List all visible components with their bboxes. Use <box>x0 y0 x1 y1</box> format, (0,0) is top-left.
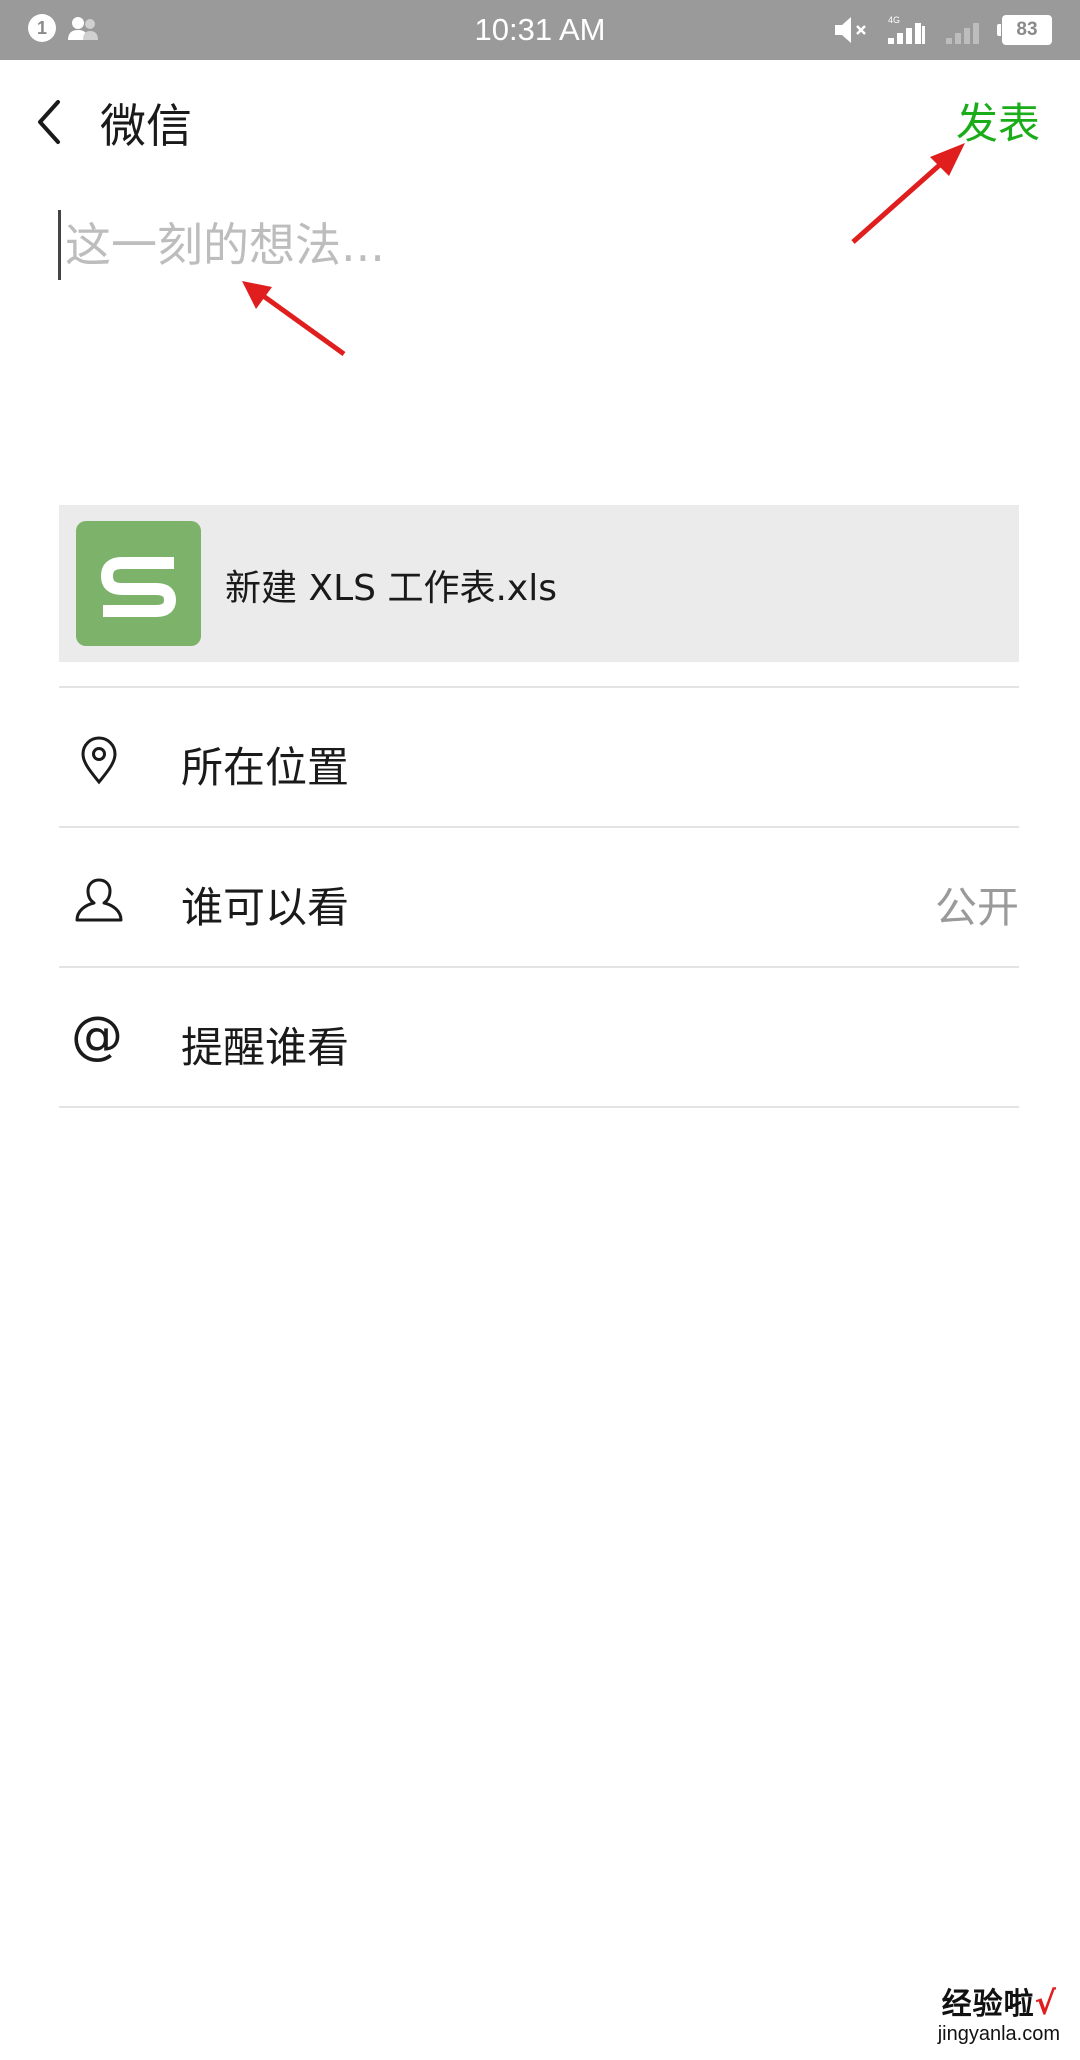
remind-row[interactable]: @ 提醒谁看 <box>59 970 1019 1108</box>
divider <box>59 826 1019 828</box>
location-pin-icon <box>81 736 117 785</box>
spreadsheet-s-glyph <box>101 557 176 617</box>
arrow-to-input <box>242 281 346 357</box>
watermark-main: 经验啦 <box>941 1987 1035 2022</box>
watermark-url: jingyanla.com <box>937 2023 1060 2045</box>
remind-label: 提醒谁看 <box>181 1023 350 1072</box>
location-row[interactable]: 所在位置 <box>59 690 1019 828</box>
watermark: 经验啦√ jingyanla.com <box>938 1979 1060 2046</box>
attachment-file-name: 新建 XLS 工作表.xls <box>225 568 557 609</box>
location-label: 所在位置 <box>181 743 350 792</box>
visibility-value: 公开 <box>934 883 1019 932</box>
visibility-row[interactable]: 谁可以看 公开 <box>59 830 1019 968</box>
divider <box>59 966 1019 968</box>
back-arrow-icon[interactable] <box>26 94 74 150</box>
at-sign-icon: @ <box>71 1006 123 1066</box>
mute-icon <box>835 17 866 43</box>
wps-spreadsheet-icon <box>76 521 201 646</box>
divider <box>59 686 1019 688</box>
status-bar: 1 10:31 AM 4G 83 <box>0 0 1080 60</box>
divider <box>59 1106 1019 1108</box>
checkmark-icon: √ <box>1034 1984 1057 2022</box>
thought-input[interactable] <box>58 210 1025 280</box>
publish-button[interactable]: 发表 <box>956 90 1040 151</box>
visibility-label: 谁可以看 <box>181 883 350 932</box>
signal-4g-icon: 4G <box>888 15 925 44</box>
battery-indicator: 83 <box>997 15 1052 45</box>
network-type-label: 4G <box>888 15 900 25</box>
attachment-card[interactable]: 新建 XLS 工作表.xls <box>59 505 1019 662</box>
person-icon <box>75 878 123 922</box>
status-bar-right: 4G 83 <box>832 14 1052 46</box>
page-title: 微信 <box>100 99 192 153</box>
signal-empty-icon <box>946 23 979 44</box>
top-bar: 微信 发表 <box>0 60 1080 180</box>
